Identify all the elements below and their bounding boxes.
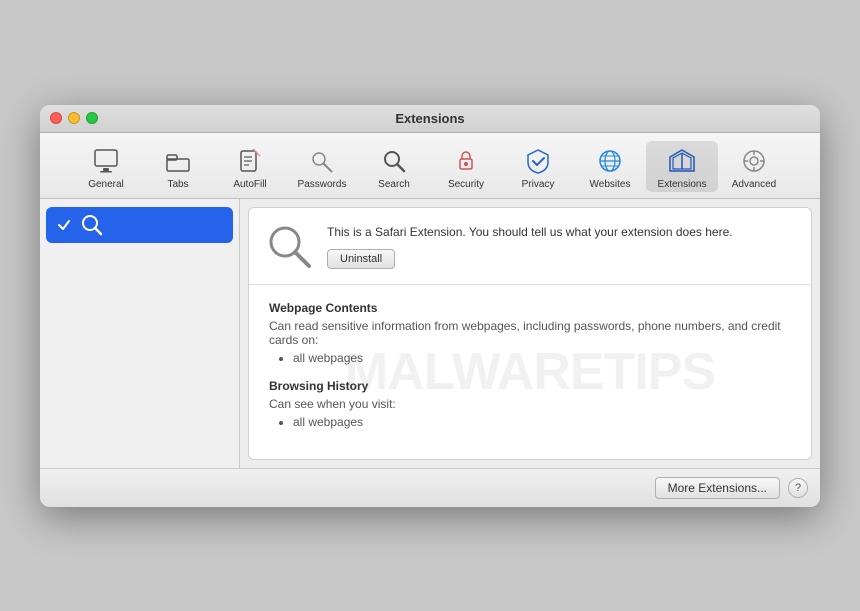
toolbar-extensions[interactable]: Extensions bbox=[646, 141, 718, 192]
sidebar-item-search-ext[interactable] bbox=[46, 207, 233, 243]
detail-info: This is a Safari Extension. You should t… bbox=[327, 223, 795, 269]
autofill-icon bbox=[234, 145, 266, 177]
general-label: General bbox=[88, 179, 124, 190]
minimize-button[interactable] bbox=[68, 112, 80, 124]
extensions-icon bbox=[666, 145, 698, 177]
perm-history-list: all webpages bbox=[269, 415, 791, 429]
security-icon bbox=[450, 145, 482, 177]
tabs-icon bbox=[162, 145, 194, 177]
detail-panel: This is a Safari Extension. You should t… bbox=[248, 207, 812, 460]
privacy-label: Privacy bbox=[522, 179, 555, 190]
toolbar-security[interactable]: Security bbox=[430, 141, 502, 192]
maximize-button[interactable] bbox=[86, 112, 98, 124]
toolbar-tabs[interactable]: Tabs bbox=[142, 141, 214, 192]
security-label: Security bbox=[448, 179, 484, 190]
tabs-label: Tabs bbox=[167, 179, 188, 190]
toolbar-passwords[interactable]: Passwords bbox=[286, 141, 358, 192]
main-content: This is a Safari Extension. You should t… bbox=[40, 199, 820, 468]
privacy-icon bbox=[522, 145, 554, 177]
traffic-lights bbox=[50, 112, 98, 124]
check-icon bbox=[56, 217, 72, 233]
close-button[interactable] bbox=[50, 112, 62, 124]
extension-search-icon bbox=[80, 213, 104, 237]
perm-history-desc: Can see when you visit: bbox=[269, 397, 791, 411]
permission-webpage-contents: Webpage Contents Can read sensitive info… bbox=[269, 301, 791, 365]
detail-header: This is a Safari Extension. You should t… bbox=[249, 208, 811, 285]
search-icon bbox=[378, 145, 410, 177]
passwords-icon bbox=[306, 145, 338, 177]
titlebar: Extensions bbox=[40, 105, 820, 133]
websites-label: Websites bbox=[590, 179, 631, 190]
more-extensions-button[interactable]: More Extensions... bbox=[655, 477, 780, 499]
toolbar-privacy[interactable]: Privacy bbox=[502, 141, 574, 192]
detail-description: This is a Safari Extension. You should t… bbox=[327, 223, 795, 241]
websites-icon bbox=[594, 145, 626, 177]
perm-webpage-title: Webpage Contents bbox=[269, 301, 791, 315]
main-window: Extensions General bbox=[40, 105, 820, 507]
toolbar-general[interactable]: General bbox=[70, 141, 142, 192]
footer: More Extensions... ? bbox=[40, 468, 820, 507]
window-title: Extensions bbox=[395, 111, 464, 126]
passwords-label: Passwords bbox=[298, 179, 347, 190]
permission-browsing-history: Browsing History Can see when you visit:… bbox=[269, 379, 791, 429]
perm-webpage-list: all webpages bbox=[269, 351, 791, 365]
detail-ext-icon bbox=[265, 222, 313, 270]
sidebar bbox=[40, 199, 240, 468]
toolbar-websites[interactable]: Websites bbox=[574, 141, 646, 192]
advanced-icon bbox=[738, 145, 770, 177]
toolbar-icons: General Tabs bbox=[70, 141, 790, 192]
perm-history-item: all webpages bbox=[293, 415, 791, 429]
help-button[interactable]: ? bbox=[788, 478, 808, 498]
perm-history-title: Browsing History bbox=[269, 379, 791, 393]
autofill-label: AutoFill bbox=[233, 179, 266, 190]
perm-webpage-desc: Can read sensitive information from webp… bbox=[269, 319, 791, 347]
extensions-label: Extensions bbox=[658, 179, 707, 190]
perm-webpage-item: all webpages bbox=[293, 351, 791, 365]
detail-body: MALWARETIPS Webpage Contents Can read se… bbox=[249, 285, 811, 459]
general-icon bbox=[90, 145, 122, 177]
toolbar-autofill[interactable]: AutoFill bbox=[214, 141, 286, 192]
advanced-label: Advanced bbox=[732, 179, 776, 190]
uninstall-button[interactable]: Uninstall bbox=[327, 249, 395, 269]
search-label: Search bbox=[378, 179, 410, 190]
toolbar-search[interactable]: Search bbox=[358, 141, 430, 192]
toolbar: General Tabs bbox=[40, 133, 820, 199]
toolbar-advanced[interactable]: Advanced bbox=[718, 141, 790, 192]
